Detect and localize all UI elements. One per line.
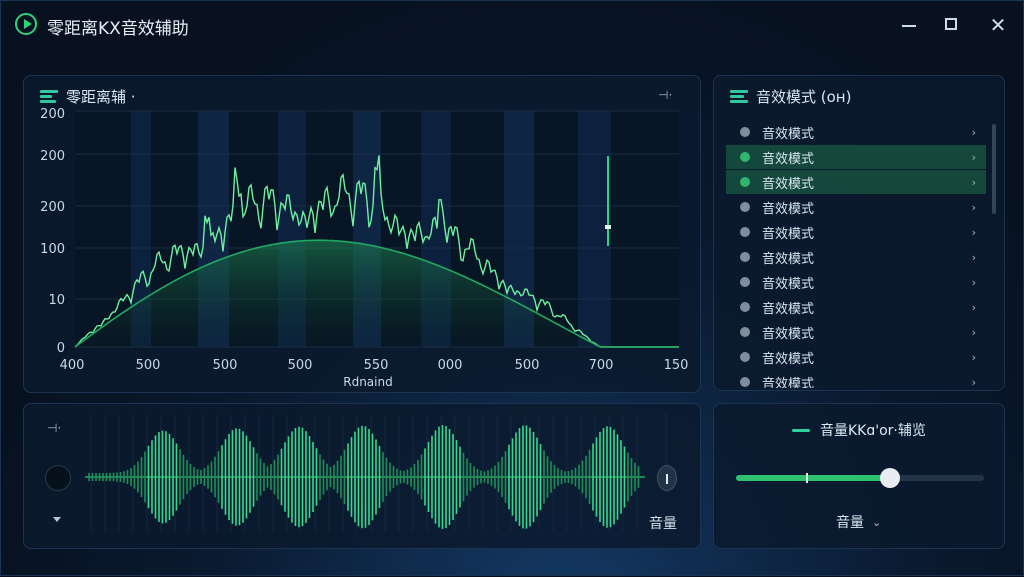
radio-icon <box>740 177 750 187</box>
volume-title: 音量KKɑ'or·辅览 <box>820 423 926 439</box>
chevron-right-icon: › <box>971 375 976 389</box>
dash-icon <box>792 428 810 432</box>
radio-icon <box>740 227 750 237</box>
radio-icon <box>740 327 750 337</box>
mode-item-label: 音效模式 <box>762 226 815 242</box>
radio-icon <box>740 277 750 287</box>
mode-list-item[interactable]: 音效模式 › <box>726 345 986 369</box>
mode-list: 音效模式 › 音效模式 › 音效模式 › 音效模式 › 音效模式 › 音效模式 › 音效模式 › 音效模式 ›… <box>726 120 994 388</box>
volume-slider-fill <box>736 475 890 481</box>
mode-list-item[interactable]: 音效模式 › <box>726 220 986 244</box>
mode-list-item[interactable]: 音效模式 › <box>726 245 986 269</box>
volume-slider-thumb[interactable] <box>879 468 900 488</box>
radio-icon <box>740 352 750 362</box>
volume-panel: 音量KKɑ'or·辅览 音量 ⌄ <box>713 403 1005 549</box>
left-knob[interactable] <box>45 465 71 491</box>
effect-mode-panel: 音效模式 (ᴏʜ) 音效模式 › 音效模式 › 音效模式 › 音效模式 › 音效模式 › 音效模式 ›… <box>713 75 1005 391</box>
mode-item-label: 音效模式 <box>762 376 815 389</box>
mode-list-item[interactable]: 音效模式 › <box>726 120 986 144</box>
mode-item-label: 音效模式 <box>762 176 815 192</box>
volume-dropdown[interactable]: 音量 ⌄ <box>836 512 881 532</box>
radio-icon <box>740 252 750 262</box>
chevron-down-icon: ⌄ <box>872 515 882 529</box>
app-window: 零距离KX音效辅助 ✕ 零距离辅 · ⊣· 200 200 200 100 10 0 400… <box>0 0 1024 576</box>
chevron-right-icon: › <box>971 275 976 289</box>
volume-header: 音量KKɑ'or·辅览 <box>792 420 926 440</box>
radio-icon <box>740 152 750 162</box>
mode-list-item[interactable]: 音效模式 › <box>726 370 986 388</box>
radio-icon <box>740 127 750 137</box>
mode-item-label: 音效模式 <box>762 126 815 142</box>
chevron-right-icon: › <box>971 150 976 164</box>
mode-title: 音效模式 (ᴏʜ) <box>756 88 852 106</box>
mode-item-label: 音效模式 <box>762 151 815 167</box>
mode-list-item[interactable]: 音效模式 › <box>726 170 986 194</box>
mode-item-label: 音效模式 <box>762 351 815 367</box>
left-tick-icon: ⊣· <box>47 421 62 435</box>
mode-item-label: 音效模式 <box>762 276 815 292</box>
chevron-right-icon: › <box>971 350 976 364</box>
chevron-right-icon: › <box>971 250 976 264</box>
chevron-right-icon: › <box>971 200 976 214</box>
radio-icon <box>740 302 750 312</box>
volume-knob[interactable] <box>657 465 677 491</box>
equalizer-icon <box>730 89 748 104</box>
mode-list-item[interactable]: 音效模式 › <box>726 195 986 219</box>
mode-list-item[interactable]: 音效模式 › <box>726 270 986 294</box>
mode-item-label: 音效模式 <box>762 251 815 267</box>
caret-down-icon[interactable] <box>53 517 61 522</box>
radio-icon <box>740 202 750 212</box>
mode-item-label: 音效模式 <box>762 301 815 317</box>
mode-item-label: 音效模式 <box>762 326 815 342</box>
chevron-right-icon: › <box>971 325 976 339</box>
mode-item-label: 音效模式 <box>762 201 815 217</box>
volume-slider-mark <box>806 473 808 483</box>
volume-slider[interactable] <box>736 468 984 488</box>
chevron-right-icon: › <box>971 175 976 189</box>
mode-list-item[interactable]: 音效模式 › <box>726 295 986 319</box>
scrollbar[interactable] <box>992 124 996 214</box>
wave-volume-label: 音量 <box>649 516 677 532</box>
mode-header: 音效模式 (ᴏʜ) <box>730 86 851 107</box>
mode-list-item[interactable]: 音效模式 › <box>726 320 986 344</box>
mode-list-item[interactable]: 音效模式 › <box>726 145 986 169</box>
chevron-right-icon: › <box>971 125 976 139</box>
volume-dropdown-label: 音量 <box>836 515 864 531</box>
chevron-right-icon: › <box>971 225 976 239</box>
chevron-right-icon: › <box>971 300 976 314</box>
radio-icon <box>740 377 750 387</box>
